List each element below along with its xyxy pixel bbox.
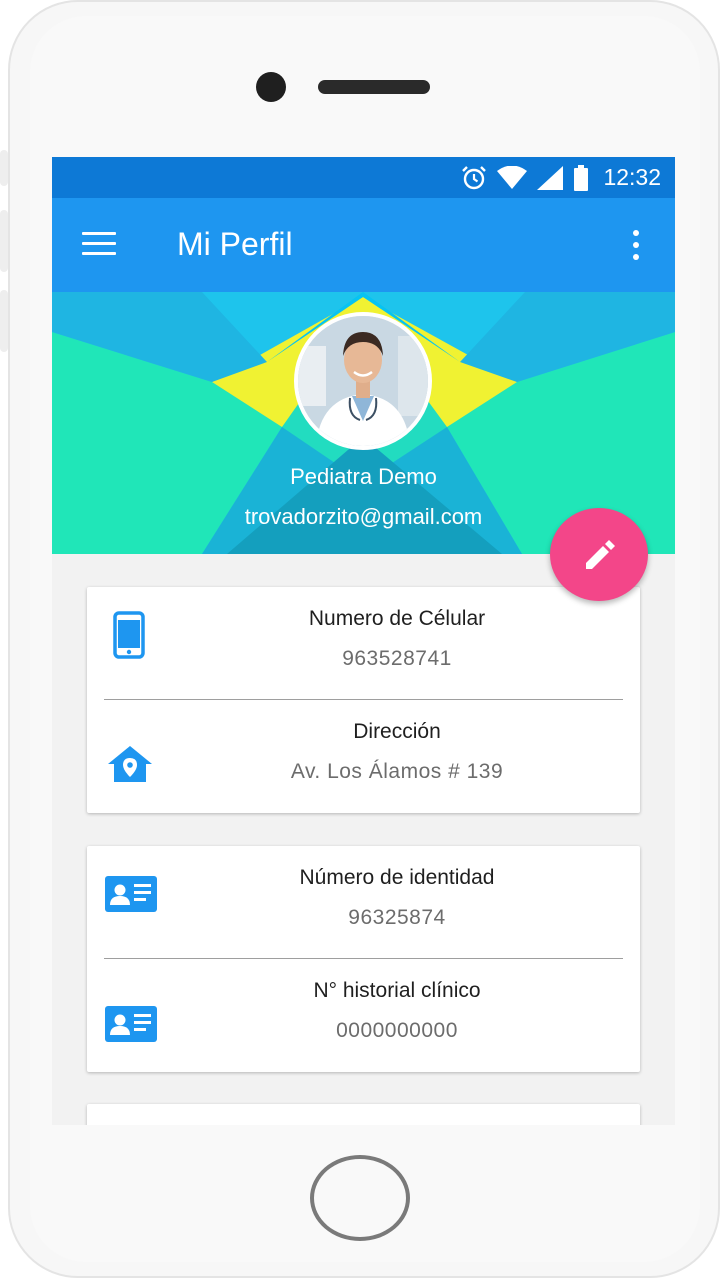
- next-card: [87, 1104, 640, 1125]
- battery-icon: [574, 164, 589, 191]
- phone-volume-down-button: [0, 290, 8, 352]
- menu-icon[interactable]: [82, 232, 118, 258]
- wifi-icon: [497, 165, 528, 189]
- row-value: 96325874: [348, 906, 446, 929]
- row-value: Av. Los Álamos # 139: [290, 760, 504, 783]
- contact-card: Numero de Célular 963528741 Dirección Av…: [87, 587, 640, 813]
- list-item[interactable]: Dirección Av. Los Álamos # 139: [87, 700, 640, 812]
- list-item[interactable]: Numero de Célular 963528741: [87, 587, 640, 699]
- phone-volume-up-button: [0, 210, 8, 272]
- alarm-icon: [462, 165, 487, 189]
- identity-card: Número de identidad 96325874 N° historia…: [87, 846, 640, 1072]
- app-bar: Mi Perfil: [52, 198, 675, 292]
- edit-pencil-icon: [586, 540, 615, 569]
- row-label: Número de identidad: [299, 866, 495, 889]
- list-item[interactable]: Número de identidad 96325874: [87, 846, 640, 958]
- row-value: 963528741: [342, 647, 452, 670]
- user-name: Pediatra Demo: [290, 464, 437, 489]
- more-options-icon[interactable]: [626, 228, 646, 262]
- front-camera: [256, 72, 286, 102]
- signal-icon: [537, 165, 564, 190]
- home-button[interactable]: [310, 1155, 410, 1241]
- earpiece-speaker: [318, 80, 430, 94]
- screen: 12:32 Mi Perfil Pediatra Demo trovadorzi…: [52, 157, 675, 1125]
- status-bar: 12:32: [52, 157, 675, 198]
- doctor-photo: [298, 316, 428, 446]
- phone-side-button: [0, 150, 8, 186]
- row-label: Numero de Célular: [308, 607, 486, 630]
- row-label: Dirección: [353, 720, 441, 743]
- status-time: 12:32: [603, 164, 661, 190]
- row-value: 0000000000: [336, 1019, 458, 1042]
- status-icons: 12:32: [461, 157, 661, 198]
- avatar[interactable]: [294, 312, 432, 450]
- page-title: Mi Perfil: [177, 226, 293, 262]
- edit-profile-button[interactable]: [550, 508, 648, 601]
- list-item[interactable]: N° historial clínico 0000000000: [87, 959, 640, 1071]
- row-label: N° historial clínico: [313, 979, 481, 1002]
